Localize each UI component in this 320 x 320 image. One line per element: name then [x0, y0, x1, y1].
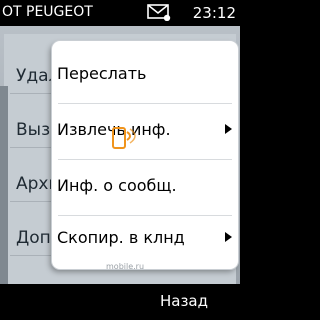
status-bar: ОТ PEUGEOT 23:12 [0, 0, 240, 26]
menu-item-label: Инф. о сообщ. [57, 176, 177, 195]
background-menu-item-label: Доп [16, 228, 51, 248]
softkey-bar: Назад [0, 284, 240, 320]
submenu-arrow-icon [225, 232, 232, 242]
menu-item-copy-to-calendar[interactable]: Скопир. в клнд [52, 211, 238, 267]
envelope-icon [147, 4, 171, 21]
menu-item-label: Переслать [57, 64, 147, 83]
status-time: 23:12 [192, 4, 236, 22]
menu-item-label: Скопир. в клнд [57, 228, 185, 247]
menu-item-forward[interactable]: Переслать [52, 47, 238, 103]
status-title: ОТ PEUGEOT [2, 4, 93, 20]
background-scroll-strip [0, 86, 8, 286]
menu-item-message-info[interactable]: Инф. о сообщ. [52, 159, 238, 215]
watermark-text: mobile.ru [106, 262, 145, 271]
back-softkey[interactable]: Назад [160, 292, 208, 310]
submenu-arrow-icon [225, 124, 232, 134]
watermark-phone-icon [112, 127, 136, 149]
